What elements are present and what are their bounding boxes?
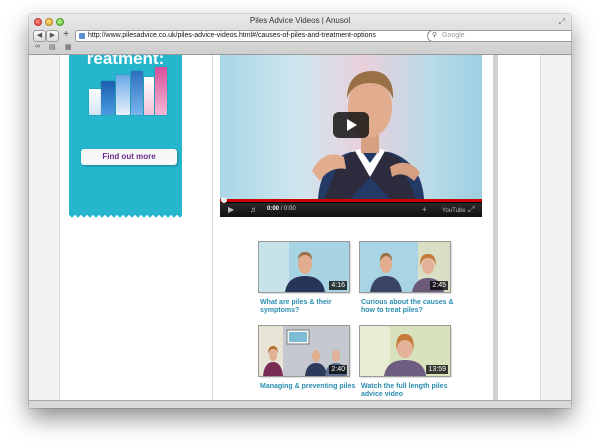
right-page-margin [540, 55, 571, 400]
video-thumbnail[interactable]: 2:45 [360, 242, 450, 292]
video-caption-link[interactable]: Managing & preventing piles [260, 383, 360, 391]
search-field[interactable]: ⚲ Google [427, 30, 571, 42]
column-divider [212, 55, 213, 400]
control-play-icon[interactable]: ▶ [228, 205, 234, 215]
window-title: Piles Advice Videos | Anusol [249, 16, 351, 25]
video-player[interactable]: ▶ ♬ 0:00 / 0:00 + YouTube ⤢ [220, 55, 482, 217]
search-placeholder: Google [442, 32, 465, 39]
video-thumbnail[interactable]: 13:59 [360, 326, 450, 376]
presenter-image [312, 71, 424, 199]
video-duration: 13:59 [426, 365, 448, 374]
video-duration: 4:16 [329, 281, 347, 290]
find-out-more-button[interactable]: Find out more [81, 149, 177, 165]
back-arrow-icon: ◀ [36, 32, 43, 39]
new-tab-button[interactable]: + [61, 30, 71, 40]
plus-icon: + [63, 29, 69, 40]
video-thumbnail[interactable]: 2:40 [259, 326, 349, 376]
time-total: / 0:00 [280, 206, 296, 212]
status-bar [29, 400, 571, 408]
browser-window: Piles Advice Videos | Anusol ⤢ ◀ ▶ + htt… [29, 14, 571, 408]
time-current: 0:00 [267, 206, 280, 212]
product-boxes-image [89, 65, 167, 115]
page-content: reatment: Find out more ▶ ♬ 0:00 / 0:00 … [29, 55, 571, 400]
video-duration: 2:40 [329, 365, 347, 374]
left-page-margin [29, 55, 60, 400]
forward-button[interactable]: ▶ [46, 30, 59, 42]
fullscreen-icon[interactable]: ⤢ [559, 17, 565, 27]
promo-ribbon-edge [69, 215, 182, 221]
browser-toolbar: Piles Advice Videos | Anusol ⤢ ◀ ▶ + htt… [29, 14, 571, 55]
time-display: 0:00 / 0:00 [267, 206, 296, 212]
player-controls: ▶ ♬ 0:00 / 0:00 + YouTube ⤢ [220, 203, 482, 217]
back-button[interactable]: ◀ [33, 30, 46, 42]
search-icon: ⚲ [432, 32, 438, 39]
top-sites-grid-icon[interactable]: ▦ [65, 43, 72, 51]
video-caption-link[interactable]: What are piles & their symptoms? [260, 299, 360, 315]
video-caption-link[interactable]: Watch the full length piles advice video [361, 383, 461, 399]
video-caption-link[interactable]: Curious about the causes & how to treat … [361, 299, 461, 315]
fullscreen-player-icon[interactable]: ⤢ [468, 205, 474, 215]
video-duration: 2:45 [430, 281, 448, 290]
video-progress-bar[interactable] [220, 199, 482, 202]
youtube-logo[interactable]: YouTube [442, 206, 466, 216]
video-thumbnail[interactable]: 4:16 [259, 242, 349, 292]
add-to-icon[interactable]: + [422, 205, 427, 215]
site-favicon-icon [79, 33, 85, 39]
bookmarks-book-icon[interactable]: ▤ [49, 43, 56, 51]
forward-arrow-icon: ▶ [49, 32, 56, 39]
volume-icon[interactable]: ♬ [250, 205, 258, 215]
play-icon [347, 119, 357, 131]
url-text: http://www.pilesadvice.co.uk/piles-advic… [88, 32, 376, 39]
url-bar[interactable]: http://www.pilesadvice.co.uk/piles-advic… [75, 30, 437, 42]
content-right-border [493, 55, 498, 400]
reading-glasses-icon[interactable]: ∞ [35, 43, 40, 50]
play-button[interactable] [333, 112, 369, 138]
